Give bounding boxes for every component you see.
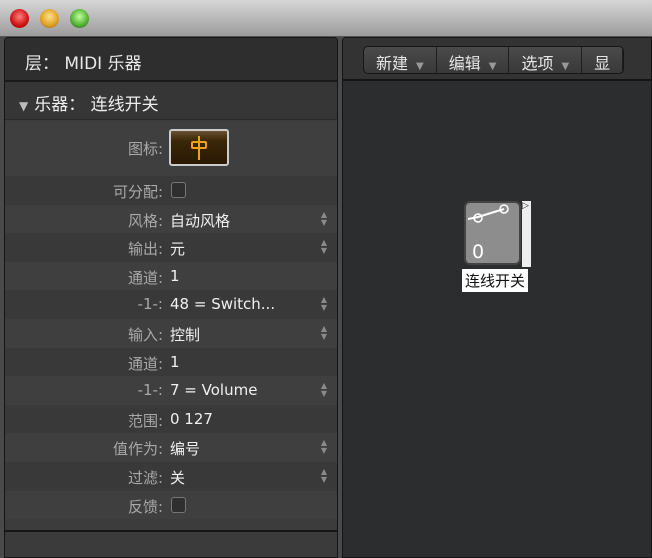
property-label: 输入: (127, 326, 163, 344)
property-value[interactable]: 控制 (170, 324, 200, 345)
menu-label: 选项 (521, 54, 554, 73)
inspector-panel: 层： MIDI 乐器 ▼ 乐器： 连线开关 图标: 可分配: 风格: 自动风格 ▲ ▼ 输出:… (4, 37, 338, 558)
dropdown-arrow-icon: ▼ (416, 61, 424, 72)
section-header[interactable]: ▼ 乐器： 连线开关 (5, 82, 337, 120)
title-bar (0, 0, 652, 37)
switch-value: 0 (472, 241, 485, 263)
toolbar: 新建 ▼ 编辑 ▼ 选项 ▼ 显 (343, 38, 651, 81)
property-row: 图标: (5, 122, 337, 176)
stepper-arrows-icon[interactable]: ▲ ▼ (321, 325, 327, 341)
property-label: -1-: (137, 295, 163, 314)
property-label: 可分配: (112, 183, 163, 201)
property-value[interactable]: 1 (170, 353, 180, 371)
environment-area: 新建 ▼ 编辑 ▼ 选项 ▼ 显 0 ▷ 连线开关 (342, 37, 652, 558)
property-value[interactable]: 48 = Switch... (170, 295, 275, 313)
property-label: 风格: (127, 211, 163, 230)
inspector-footer (5, 530, 337, 557)
property-value[interactable]: 7 = Volume (170, 381, 257, 399)
menu-edit[interactable]: 编辑 ▼ (437, 47, 510, 73)
property-row: 反馈: (5, 490, 337, 520)
property-row: 可分配: (5, 176, 337, 205)
icon-picker-button[interactable] (169, 129, 229, 166)
property-row: 通道: 1 (5, 261, 337, 291)
property-label: 过滤: (127, 469, 163, 487)
property-label: 反馈: (127, 497, 163, 516)
cable-switcher-object[interactable]: 0 ▷ 连线开关 (462, 201, 554, 296)
menu-label: 编辑 (448, 54, 481, 73)
stepper-arrows-icon[interactable]: ▲ ▼ (321, 210, 327, 227)
minimize-button[interactable] (40, 9, 59, 28)
property-label: 范围: (127, 411, 163, 430)
switch-body[interactable]: 0 (464, 201, 521, 265)
property-label: 通道: (127, 354, 163, 373)
menu-view[interactable]: 显 (582, 47, 624, 73)
property-row: -1-: 7 = Volume ▲ ▼ (5, 376, 337, 405)
output-port-icon[interactable]: ▷ (522, 201, 529, 211)
property-value[interactable]: 元 (170, 238, 185, 259)
property-value[interactable]: 自动风格 (170, 210, 230, 231)
menu-label: 显 (594, 54, 611, 73)
property-value[interactable]: 0 127 (170, 410, 213, 428)
property-list: 图标: 可分配: 风格: 自动风格 ▲ ▼ 输出: 元 ▲ ▼ 通道: 1 -1-: 48 = Switc… (5, 122, 337, 530)
menu-new[interactable]: 新建 ▼ (364, 47, 437, 73)
property-row: 值作为: 编号 ▲ ▼ (5, 433, 337, 462)
property-row: -1-: 48 = Switch... ▲ ▼ (5, 290, 337, 319)
property-row: 输入: 控制 ▲ ▼ (5, 319, 337, 348)
instrument-icon (191, 135, 207, 160)
menu-options[interactable]: 选项 ▼ (509, 47, 583, 73)
property-row: 范围: 0 127 (5, 404, 337, 434)
close-button[interactable] (10, 9, 29, 28)
switch-icon (467, 204, 509, 223)
property-row: 过滤: 关 ▲ ▼ (5, 462, 337, 491)
stepper-arrows-icon[interactable]: ▲ ▼ (321, 439, 327, 455)
property-label: 通道: (127, 268, 163, 287)
checkbox[interactable] (171, 496, 186, 513)
stepper-arrows-icon[interactable]: ▲ ▼ (321, 382, 327, 398)
checkbox[interactable] (171, 182, 186, 198)
property-row: 输出: 元 ▲ ▼ (5, 233, 337, 262)
property-label: 图标: (127, 140, 163, 158)
stepper-arrows-icon[interactable]: ▲ ▼ (321, 468, 327, 484)
property-row: 通道: 1 (5, 347, 337, 377)
window-content: 层： MIDI 乐器 ▼ 乐器： 连线开关 图标: 可分配: 风格: 自动风格 ▲ ▼ 输出:… (0, 37, 652, 558)
section-title: 乐器： 连线开关 (34, 95, 159, 115)
property-row: 风格: 自动风格 ▲ ▼ (5, 204, 337, 234)
property-label: -1-: (137, 381, 163, 400)
property-value[interactable]: 1 (170, 267, 180, 285)
property-label: 值作为: (112, 440, 163, 459)
property-value[interactable]: 关 (170, 467, 185, 488)
dropdown-arrow-icon: ▼ (561, 61, 570, 72)
stepper-arrows-icon[interactable]: ▲ ▼ (321, 239, 327, 255)
stepper-arrows-icon[interactable]: ▲ ▼ (321, 296, 327, 312)
property-value[interactable]: 编号 (170, 438, 200, 459)
property-label: 输出: (127, 240, 163, 259)
disclosure-triangle-icon[interactable]: ▼ (19, 99, 28, 113)
zoom-button[interactable] (70, 9, 89, 28)
menu-label: 新建 (376, 54, 409, 73)
dropdown-arrow-icon: ▼ (488, 61, 497, 72)
object-name: 连线开关 (462, 269, 529, 292)
layer-title: 层： MIDI 乐器 (5, 38, 337, 82)
